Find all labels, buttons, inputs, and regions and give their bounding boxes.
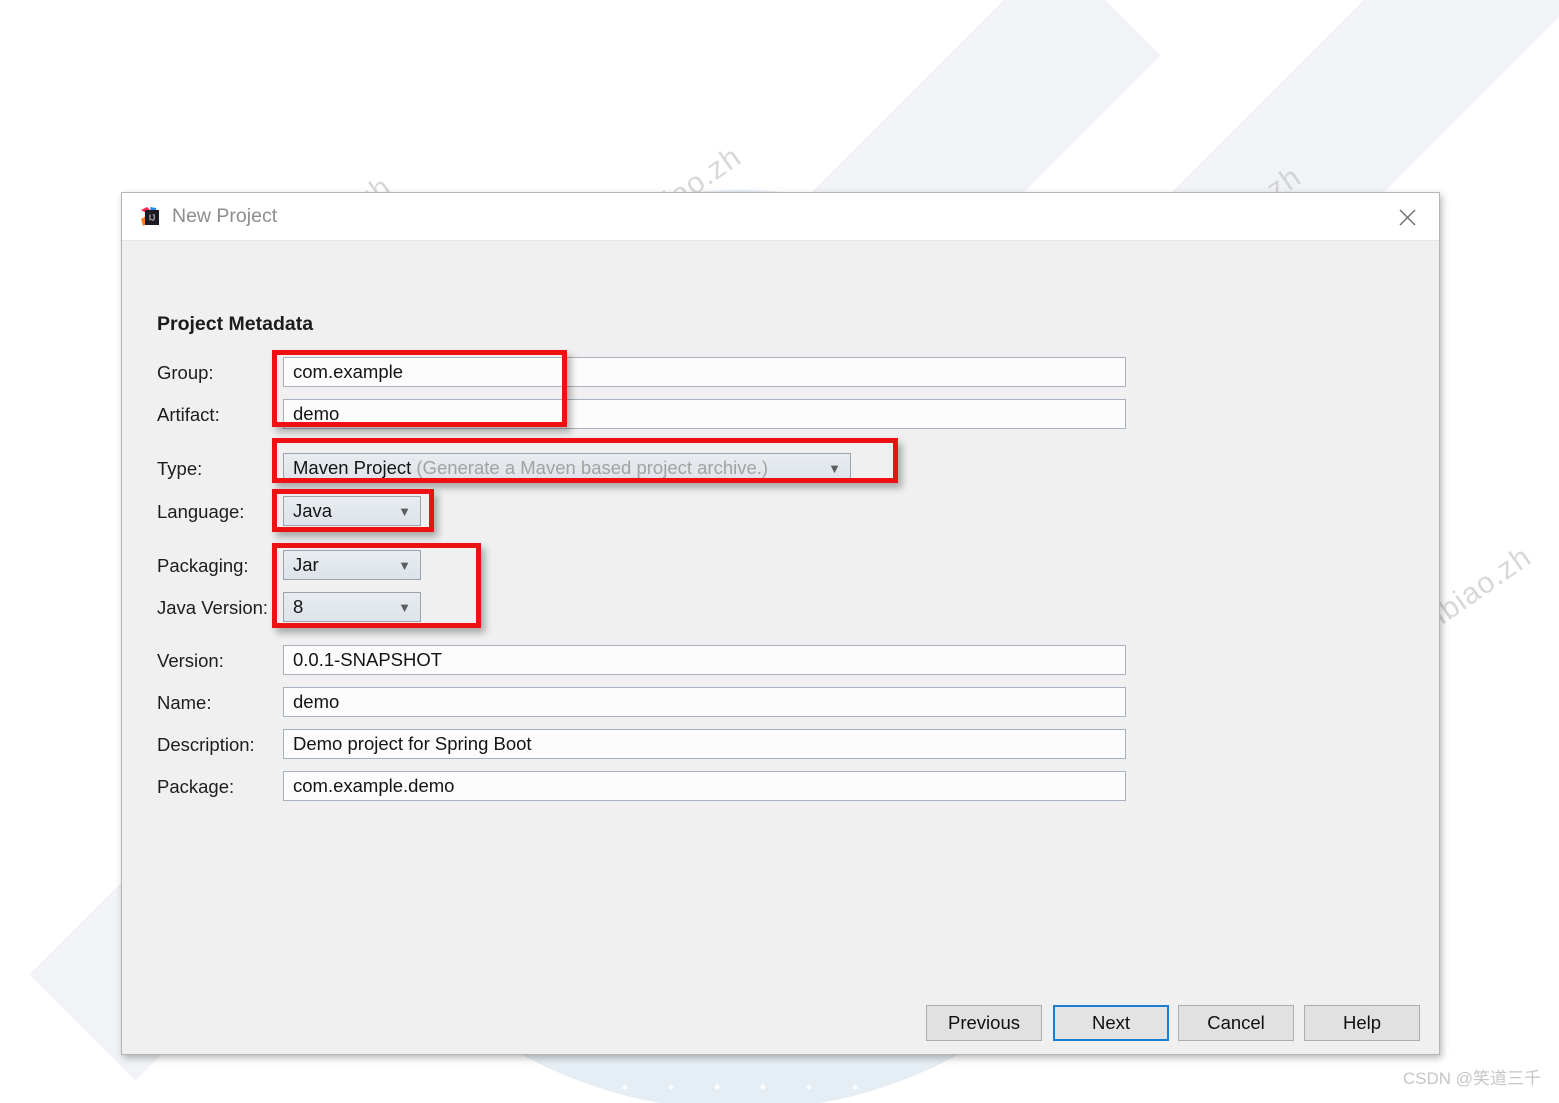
intellij-idea-icon: IJ xyxy=(140,206,162,228)
language-value: Java xyxy=(293,500,333,521)
label-version: Version: xyxy=(157,650,224,671)
chevron-down-icon: ▼ xyxy=(398,600,411,615)
label-java-version: Java Version: xyxy=(157,597,269,618)
language-dropdown[interactable]: Java ▼ xyxy=(283,496,421,526)
type-hint: (Generate a Maven based project archive.… xyxy=(416,457,769,478)
packaging-dropdown[interactable]: Jar ▼ xyxy=(283,550,421,580)
java-version-dropdown[interactable]: 8 ▼ xyxy=(283,592,421,622)
label-description: Description: xyxy=(157,734,255,755)
label-type: Type: xyxy=(157,458,203,479)
chevron-down-icon: ▼ xyxy=(398,504,411,519)
group-input[interactable]: com.example xyxy=(283,357,1126,387)
chevron-down-icon: ▼ xyxy=(828,461,841,476)
dialog-titlebar[interactable]: IJ New Project xyxy=(122,193,1439,241)
new-project-dialog: IJ New Project Project Metadata Group: c… xyxy=(121,192,1440,1055)
label-group: Group: xyxy=(157,362,214,383)
version-input[interactable]: 0.0.1-SNAPSHOT xyxy=(283,645,1126,675)
screenshot-canvas: huangchuanbiao.zh huangchuanbiao.zh huan… xyxy=(0,0,1559,1103)
java-version-value: 8 xyxy=(293,596,304,617)
type-value: Maven Project xyxy=(293,457,412,478)
chevron-down-icon: ▼ xyxy=(398,558,411,573)
page-title: Project Metadata xyxy=(157,313,314,335)
dialog-title: New Project xyxy=(172,205,278,227)
next-button[interactable]: Next xyxy=(1053,1005,1169,1041)
help-button[interactable]: Help xyxy=(1304,1005,1420,1041)
previous-button[interactable]: Previous xyxy=(926,1005,1042,1041)
svg-text:IJ: IJ xyxy=(149,213,155,222)
label-package: Package: xyxy=(157,776,235,797)
packaging-value: Jar xyxy=(293,554,319,575)
artifact-input[interactable]: demo xyxy=(283,399,1126,429)
cancel-button[interactable]: Cancel xyxy=(1178,1005,1294,1041)
close-icon[interactable] xyxy=(1385,201,1429,233)
label-packaging: Packaging: xyxy=(157,555,249,576)
dialog-button-row: Previous Next Cancel Help xyxy=(122,1005,1439,1045)
csdn-watermark: CSDN @笑道三千 xyxy=(1402,1069,1541,1088)
label-artifact: Artifact: xyxy=(157,404,220,425)
description-input[interactable]: Demo project for Spring Boot xyxy=(283,729,1126,759)
dialog-body: Project Metadata Group: com.example Arti… xyxy=(122,241,1439,1054)
type-dropdown[interactable]: Maven Project (Generate a Maven based pr… xyxy=(283,453,851,483)
label-name: Name: xyxy=(157,692,212,713)
label-language: Language: xyxy=(157,501,245,522)
name-input[interactable]: demo xyxy=(283,687,1126,717)
package-input[interactable]: com.example.demo xyxy=(283,771,1126,801)
